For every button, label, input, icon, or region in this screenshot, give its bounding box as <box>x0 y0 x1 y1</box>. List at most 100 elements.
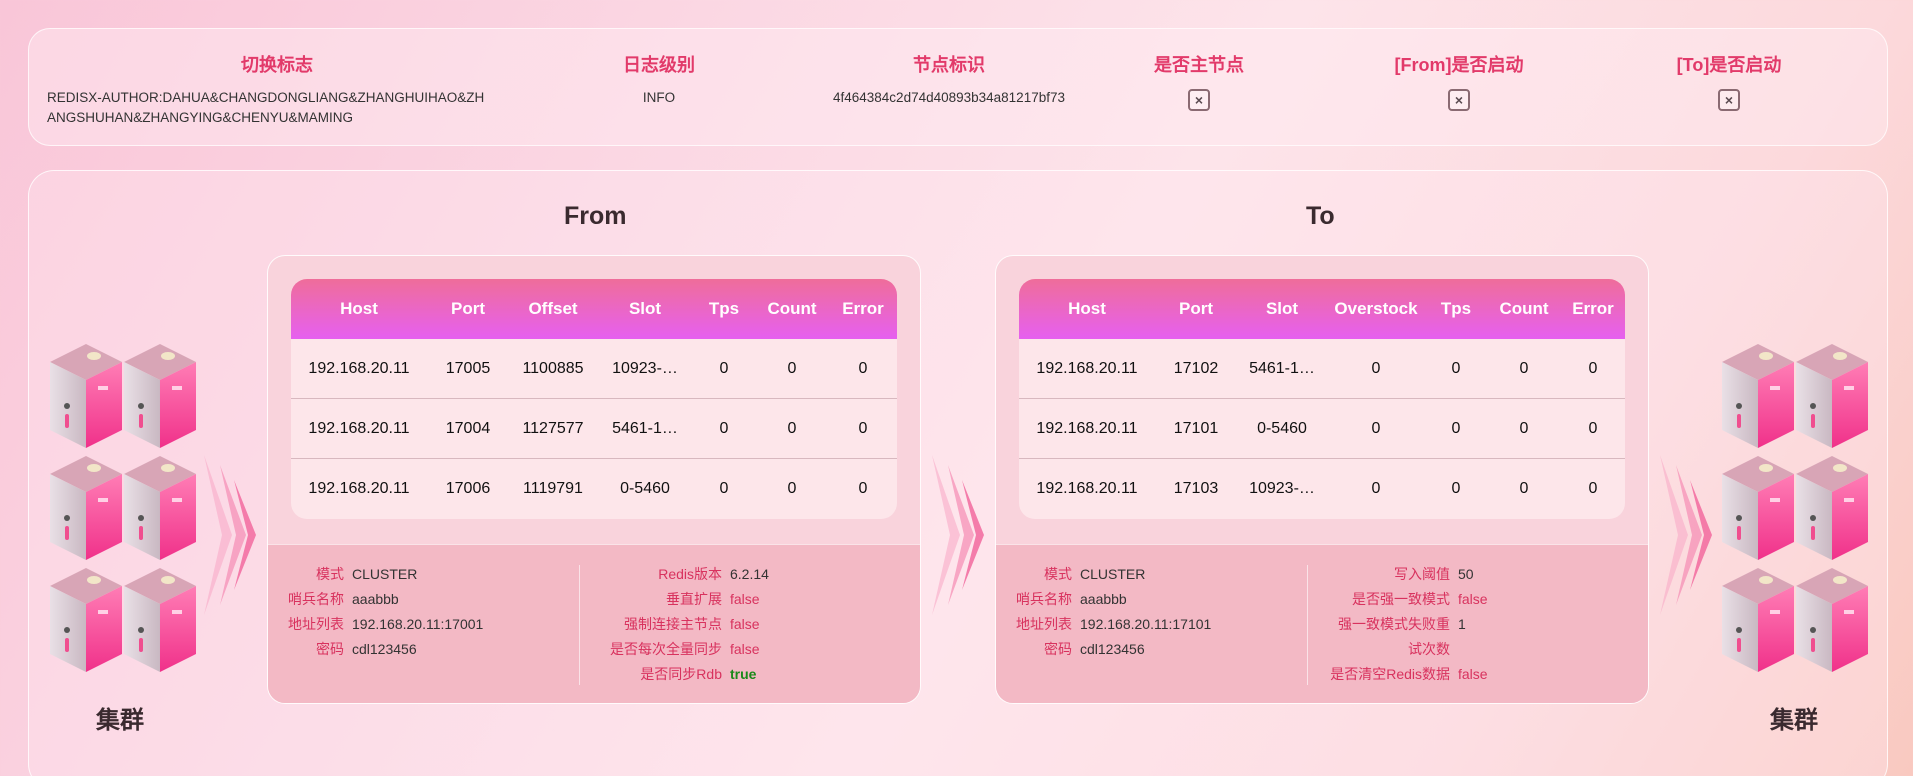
config-value: cdl123456 <box>1080 641 1145 657</box>
server-icon <box>1796 456 1868 560</box>
col-error: Error <box>1572 299 1614 318</box>
to-panel: Host Port Slot Overstock Tps Count Error… <box>995 255 1649 704</box>
to-basic-config: 模式 CLUSTER 哨兵名称 aaabbb 地址列表 192.168.20.11:1… <box>996 562 1211 662</box>
col-count: Count <box>767 299 817 318</box>
cell-host: 192.168.20.11 <box>308 359 410 377</box>
cell-count: 0 <box>1519 419 1529 437</box>
chevron-right-icon <box>1660 455 1712 615</box>
server-icon <box>1722 344 1794 448</box>
cell-error: 0 <box>858 419 868 437</box>
to-started-checkbox[interactable]: × <box>1718 89 1740 111</box>
config-row: 模式 CLUSTER <box>268 562 483 587</box>
cell-port: 17006 <box>445 480 491 497</box>
to-started-column: [To]是否启动 × <box>1649 51 1809 111</box>
config-row: 强一致模式失败重试次数 1 <box>1326 612 1488 662</box>
col-slot: Slot <box>628 299 662 318</box>
col-offset: Offset <box>528 299 578 318</box>
to-advanced-config: 写入阈值 50 是否强一致模式 false 强一致模式失败重试次数 1 是否清空Red… <box>1326 562 1488 687</box>
cell-count: 0 <box>1519 359 1529 377</box>
cell-count: 0 <box>787 419 797 437</box>
node-id-value: 4f464384c2d74d40893b34a81217bf73 <box>833 90 1065 105</box>
cell-overstock: 0 <box>1371 359 1381 377</box>
from-started-column: [From]是否启动 × <box>1369 51 1549 111</box>
table-row[interactable]: 192.168.20.11 17103 10923-… 0 0 0 0 <box>1019 459 1625 519</box>
cell-host: 192.168.20.11 <box>308 480 410 497</box>
config-key: 地址列表 <box>288 616 344 632</box>
table-row[interactable]: 192.168.20.11 17006 1119791 0-5460 0 0 0 <box>291 459 897 519</box>
server-icon <box>124 344 196 448</box>
cell-offset: 1119791 <box>523 480 583 497</box>
log-level-column: 日志级别 INFO <box>589 51 729 108</box>
cell-host: 192.168.20.11 <box>1036 480 1138 497</box>
config-row: 写入阈值 50 <box>1326 562 1488 587</box>
config-row: 密码 cdl123456 <box>268 637 483 662</box>
cell-tps: 0 <box>1451 419 1461 437</box>
server-icon <box>50 568 122 672</box>
table-row[interactable]: 192.168.20.11 17101 0-5460 0 0 0 0 <box>1019 399 1625 459</box>
col-tps: Tps <box>708 299 740 318</box>
divider <box>1307 565 1308 685</box>
config-row: 是否强一致模式 false <box>1326 587 1488 612</box>
to-table: Host Port Slot Overstock Tps Count Error… <box>1019 279 1625 519</box>
table-row[interactable]: 192.168.20.11 17005 1100885 10923-… 0 0 … <box>291 339 897 399</box>
config-key: 模式 <box>1044 566 1072 582</box>
config-value: CLUSTER <box>352 566 418 582</box>
config-value: false <box>1458 666 1488 682</box>
config-row: 是否清空Redis数据 false <box>1326 662 1488 687</box>
col-tps: Tps <box>1440 299 1472 318</box>
config-value: false <box>730 591 760 607</box>
cell-offset: 1100885 <box>522 359 584 377</box>
config-value: false <box>730 641 760 657</box>
cell-tps: 0 <box>719 359 729 377</box>
config-value: 192.168.20.11:17001 <box>352 616 484 632</box>
col-host: Host <box>1068 299 1106 318</box>
cell-count: 0 <box>787 480 797 497</box>
col-port: Port <box>1179 299 1213 318</box>
config-row: Redis版本 6.2.14 <box>598 562 769 587</box>
from-started-checkbox[interactable]: × <box>1448 89 1470 111</box>
cell-tps: 0 <box>719 480 729 497</box>
config-row: 垂直扩展 false <box>598 587 769 612</box>
is-master-checkbox[interactable]: × <box>1188 89 1210 111</box>
config-key: 地址列表 <box>1016 616 1072 632</box>
config-value: true <box>730 666 757 682</box>
config-value: aaabbb <box>1080 591 1127 607</box>
config-key: 是否强一致模式 <box>1352 591 1450 607</box>
status-header-card: 切换标志 REDISX-AUTHOR:DAHUA&CHANGDONGLIANG&… <box>28 28 1888 146</box>
from-panel: Host Port Offset Slot Tps Count Error 19… <box>267 255 921 704</box>
config-value: 192.168.20.11:17101 <box>1080 616 1212 632</box>
table-row[interactable]: 192.168.20.11 17004 1127577 5461-1… 0 0 … <box>291 399 897 459</box>
col-count: Count <box>1499 299 1549 318</box>
config-row: 地址列表 192.168.20.11:17001 <box>268 612 483 637</box>
log-level-title: 日志级别 <box>623 55 695 75</box>
config-value: 6.2.14 <box>730 566 769 582</box>
cell-error: 0 <box>1588 359 1598 377</box>
cell-port: 17102 <box>1173 359 1219 377</box>
config-value: false <box>1458 591 1488 607</box>
cell-error: 0 <box>858 480 868 497</box>
cell-port: 17101 <box>1173 419 1219 437</box>
config-key: 模式 <box>316 566 344 582</box>
cell-slot: 5461-1… <box>612 419 678 437</box>
switch-flag-value: REDISX-AUTHOR:DAHUA&CHANGDONGLIANG&ZHANG… <box>47 88 507 128</box>
table-row[interactable]: 192.168.20.11 17102 5461-1… 0 0 0 0 <box>1019 339 1625 399</box>
cell-tps: 0 <box>1451 359 1461 377</box>
config-key: 是否清空Redis数据 <box>1330 666 1450 682</box>
node-id-title: 节点标识 <box>913 55 985 75</box>
config-value: cdl123456 <box>352 641 417 657</box>
from-table-header: Host Port Offset Slot Tps Count Error <box>291 279 897 339</box>
config-row: 是否每次全量同步 false <box>598 637 769 662</box>
config-row: 是否同步Rdb true <box>598 662 769 687</box>
config-value: 50 <box>1458 566 1474 582</box>
to-started-title: [To]是否启动 <box>1676 55 1782 75</box>
col-slot: Slot <box>1265 299 1299 318</box>
switch-flag-line-1: REDISX-AUTHOR:DAHUA&CHANGDONGLIANG&ZHANG… <box>47 90 485 105</box>
cell-error: 0 <box>1588 419 1598 437</box>
server-icon <box>124 568 196 672</box>
cell-slot: 0-5460 <box>620 480 670 497</box>
config-key: Redis版本 <box>658 566 722 582</box>
cell-offset: 1127577 <box>522 419 584 437</box>
divider <box>579 565 580 685</box>
to-section-title: To <box>1306 202 1335 230</box>
from-started-title: [From]是否启动 <box>1394 55 1524 75</box>
